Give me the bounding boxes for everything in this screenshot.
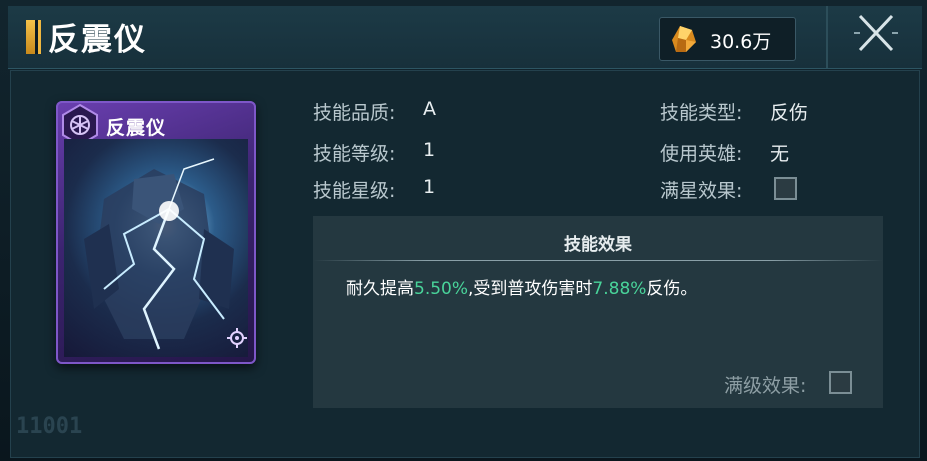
level-label: 技能等级:: [313, 143, 396, 165]
level-value: 1: [423, 139, 436, 161]
effect-title: 技能效果: [564, 235, 632, 255]
corner-code: 11001: [16, 414, 83, 439]
quality-label: 技能品质:: [313, 102, 396, 124]
effect-text-part2: ,受到普攻伤害时: [468, 279, 593, 299]
full-star-checkbox[interactable]: [774, 177, 797, 200]
quality-value: A: [423, 98, 436, 120]
title-accent-line: [38, 20, 41, 54]
skill-card: 反震仪: [56, 101, 256, 364]
currency-display[interactable]: 30.6万: [659, 17, 796, 61]
effect-description: 耐久提高5.50%,受到普攻伤害时7.88%反伤。: [346, 274, 697, 299]
title-divider: [826, 6, 828, 68]
star-value: 1: [423, 176, 436, 198]
currency-value: 30.6万: [710, 31, 772, 53]
close-icon: [854, 14, 898, 52]
star-label: 技能星级:: [313, 180, 396, 202]
page-title: 反震仪: [48, 22, 147, 58]
effect-box: 技能效果 耐久提高5.50%,受到普攻伤害时7.88%反伤。 满级效果:: [313, 216, 883, 408]
max-level-checkbox[interactable]: [829, 371, 852, 394]
hero-value: 无: [770, 143, 790, 165]
effect-value-1: 5.50%: [414, 279, 469, 299]
full-star-label: 满星效果:: [660, 180, 743, 202]
max-level-label: 满级效果:: [724, 375, 807, 397]
effect-text-part1: 耐久提高: [346, 279, 414, 299]
effect-divider: [313, 260, 883, 261]
card-artwork: [64, 139, 248, 357]
effect-text-part3: 反伤。: [646, 279, 698, 299]
title-accent-bar: [26, 20, 38, 54]
type-value: 反伤: [770, 102, 809, 124]
crystal-icon: [672, 26, 696, 52]
hero-label: 使用英雄:: [660, 143, 743, 165]
card-title: 反震仪: [106, 117, 167, 139]
type-label: 技能类型:: [660, 102, 743, 124]
effect-value-2: 7.88%: [592, 279, 647, 299]
close-button[interactable]: [846, 8, 906, 60]
gear-icon: [227, 328, 247, 348]
